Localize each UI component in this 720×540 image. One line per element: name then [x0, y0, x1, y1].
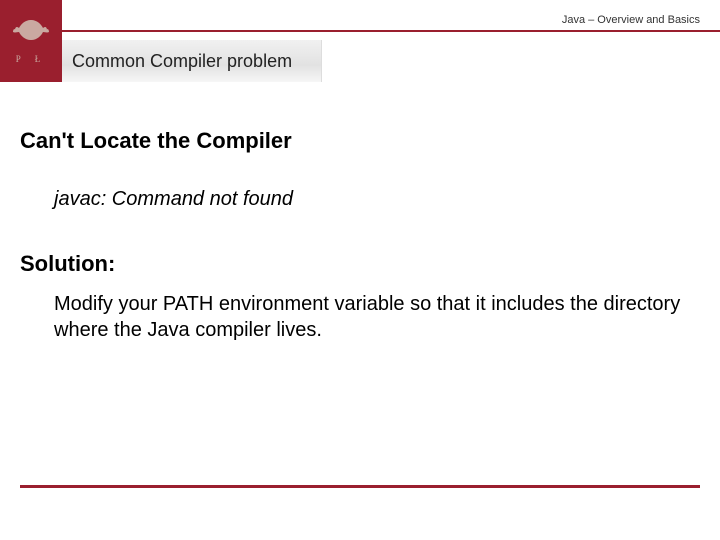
content: Can't Locate the Compiler javac: Command… [20, 110, 700, 343]
breadcrumb: Java – Overview and Basics [562, 14, 700, 26]
solution-text: Modify your PATH environment variable so… [54, 291, 700, 343]
logo-block: P Ł [0, 0, 62, 82]
solution-label: Solution: [20, 251, 700, 277]
slide: P Ł Java – Overview and Basics Common Co… [0, 0, 720, 540]
footer-rule [20, 485, 700, 488]
header: P Ł Java – Overview and Basics Common Co… [0, 0, 720, 82]
section-heading: Can't Locate the Compiler [20, 128, 700, 154]
title-bar: Common Compiler problem [62, 40, 720, 82]
logo-letters: P Ł [11, 54, 51, 64]
header-rule [62, 30, 720, 32]
logo-inner: P Ł [11, 18, 51, 64]
eagle-shield-icon [11, 18, 51, 48]
slide-title: Common Compiler problem [62, 51, 292, 72]
error-message: javac: Command not found [54, 188, 700, 211]
